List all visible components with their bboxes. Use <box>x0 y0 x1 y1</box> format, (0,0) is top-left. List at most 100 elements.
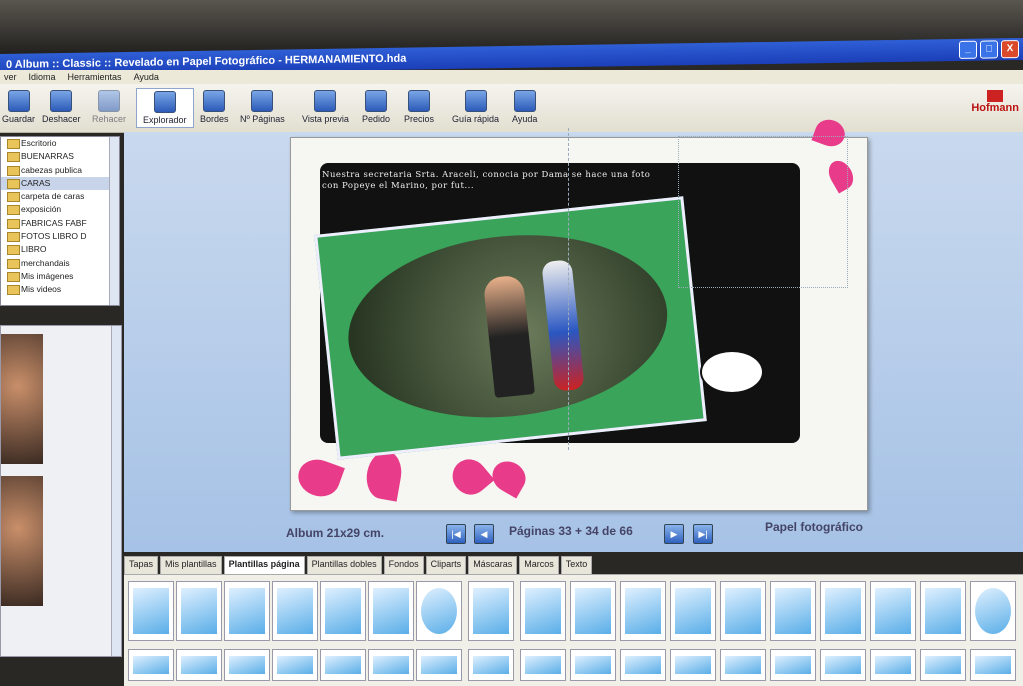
template-thumbnail[interactable] <box>970 649 1016 681</box>
cartoon-clipart[interactable] <box>700 350 764 394</box>
oval-mask <box>339 220 677 433</box>
folder-item[interactable]: carpeta de caras <box>1 190 119 203</box>
save-icon <box>7 90 30 112</box>
template-thumbnail[interactable] <box>520 581 566 641</box>
quick-guide-button[interactable]: Guía rápida <box>452 90 499 124</box>
tab-plantillas-dobles[interactable]: Plantillas dobles <box>306 556 382 574</box>
template-thumbnail[interactable] <box>620 649 666 681</box>
tab-marcos[interactable]: Marcos <box>519 556 559 574</box>
template-thumbnail[interactable] <box>176 649 222 681</box>
folder-item[interactable]: FABRICAS FABF <box>1 217 119 230</box>
folder-item[interactable]: BUENARRAS <box>1 150 119 163</box>
template-thumbnail[interactable] <box>224 581 270 641</box>
template-thumbnail[interactable] <box>770 649 816 681</box>
prices-button[interactable]: Precios <box>404 90 434 124</box>
photo-thumbnail[interactable] <box>1 476 43 606</box>
undo-icon <box>50 90 73 112</box>
close-button[interactable]: X <box>1001 40 1019 59</box>
template-thumbnail[interactable] <box>920 649 966 681</box>
borders-button[interactable]: Bordes <box>200 90 229 124</box>
template-thumbnail[interactable] <box>320 581 366 641</box>
template-thumbnail[interactable] <box>920 581 966 641</box>
preview-icon <box>314 90 337 112</box>
template-thumbnail[interactable] <box>670 649 716 681</box>
template-thumbnail[interactable] <box>128 649 174 681</box>
template-thumbnail[interactable] <box>720 649 766 681</box>
template-thumbnail[interactable] <box>416 649 462 681</box>
menu-ayuda[interactable]: Ayuda <box>134 70 159 84</box>
save-button[interactable]: Guardar <box>2 90 35 124</box>
template-thumbnail[interactable] <box>770 581 816 641</box>
template-tabs: Tapas Mis plantillas Plantillas página P… <box>124 556 1023 574</box>
tab-mis-plantillas[interactable]: Mis plantillas <box>160 556 222 574</box>
template-thumbnail[interactable] <box>570 581 616 641</box>
empty-photo-placeholder[interactable] <box>678 136 848 288</box>
template-thumbnail[interactable] <box>520 649 566 681</box>
maximize-button[interactable]: □ <box>980 40 998 59</box>
template-thumbnail[interactable] <box>820 581 866 641</box>
folder-item-selected[interactable]: CARAS <box>1 176 119 191</box>
minimize-button[interactable]: _ <box>959 40 977 59</box>
tab-texto[interactable]: Texto <box>560 556 593 574</box>
redo-button[interactable]: Rehacer <box>92 90 126 124</box>
template-thumbnail[interactable] <box>620 581 666 641</box>
help-button[interactable]: Ayuda <box>512 90 537 124</box>
undo-button[interactable]: Deshacer <box>42 90 81 124</box>
photo-slot[interactable] <box>314 196 707 460</box>
folder-item[interactable]: exposición <box>1 203 119 216</box>
explorer-button[interactable]: Explorador <box>136 88 194 128</box>
folder-tree: Escritorio BUENARRAS cabezas publica CAR… <box>0 136 120 306</box>
preview-button[interactable]: Vista previa <box>302 90 349 124</box>
template-thumbnail[interactable] <box>272 581 318 641</box>
first-page-icon: |◀ <box>451 529 461 539</box>
template-thumbnail[interactable] <box>870 581 916 641</box>
popeye-statue <box>541 259 585 392</box>
tab-cliparts[interactable]: Cliparts <box>425 556 467 574</box>
folder-item[interactable]: Mis imágenes <box>1 270 119 283</box>
template-thumbnail[interactable] <box>468 581 514 641</box>
thumbnails-scrollbar[interactable] <box>111 326 121 656</box>
tab-fondos[interactable]: Fondos <box>383 556 424 574</box>
template-thumbnail[interactable] <box>224 649 270 681</box>
template-thumbnail[interactable] <box>272 649 318 681</box>
template-gallery <box>124 574 1023 686</box>
template-thumbnail[interactable] <box>368 649 414 681</box>
menu-ver[interactable]: ver <box>4 70 17 84</box>
folder-item[interactable]: merchandais <box>1 257 119 270</box>
template-thumbnail[interactable] <box>670 581 716 641</box>
person-figure <box>482 274 536 398</box>
template-thumbnail[interactable] <box>570 649 616 681</box>
template-thumbnail[interactable] <box>368 581 414 641</box>
template-thumbnail[interactable] <box>970 581 1016 641</box>
tab-tapas[interactable]: Tapas <box>124 556 159 574</box>
first-page-button[interactable]: |◀ <box>446 524 466 544</box>
status-bar: Album 21x29 cm. Páginas 33 + 34 de 66 Pa… <box>124 520 1023 546</box>
page-caption[interactable]: Nuestra secretaria Srta. Araceli, conoci… <box>322 170 652 192</box>
template-thumbnail[interactable] <box>720 581 766 641</box>
paper-type-label: Papel fotográfico <box>765 520 864 534</box>
prev-page-button[interactable]: ◀ <box>474 524 494 544</box>
last-page-button[interactable]: ▶| <box>693 524 713 544</box>
folder-item[interactable]: LIBRO <box>1 243 119 256</box>
template-thumbnail[interactable] <box>820 649 866 681</box>
order-button[interactable]: Pedido <box>362 90 390 124</box>
template-thumbnail[interactable] <box>320 649 366 681</box>
folder-item[interactable]: cabezas publica <box>1 164 119 177</box>
photo-thumbnail[interactable] <box>1 334 43 464</box>
template-thumbnail[interactable] <box>416 581 462 641</box>
folder-item[interactable]: FOTOS LIBRO D <box>1 230 119 243</box>
pages-button[interactable]: Nº Páginas <box>240 90 285 124</box>
template-thumbnail[interactable] <box>176 581 222 641</box>
next-page-button[interactable]: ▶ <box>664 524 684 544</box>
template-thumbnail[interactable] <box>468 649 514 681</box>
tab-mascaras[interactable]: Máscaras <box>468 556 518 574</box>
explorer-icon <box>153 91 176 113</box>
menu-idioma[interactable]: Idioma <box>29 70 56 84</box>
folder-item[interactable]: Mis videos <box>1 283 119 296</box>
menu-herramientas[interactable]: Herramientas <box>68 70 122 84</box>
tree-scrollbar[interactable] <box>109 137 119 305</box>
folder-item[interactable]: Escritorio <box>1 137 119 150</box>
template-thumbnail[interactable] <box>870 649 916 681</box>
template-thumbnail[interactable] <box>128 581 174 641</box>
tab-plantillas-pagina[interactable]: Plantillas página <box>223 556 305 574</box>
